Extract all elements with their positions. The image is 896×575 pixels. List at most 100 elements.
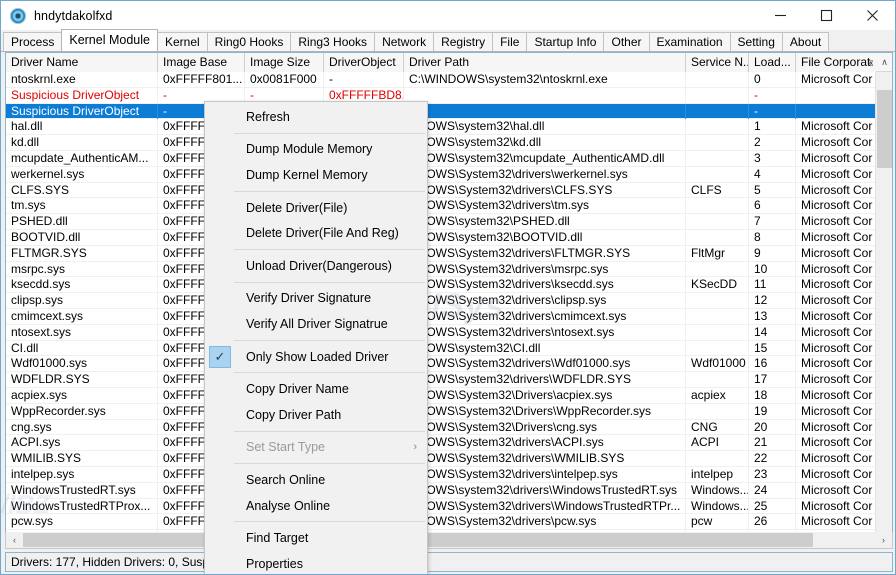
vertical-scrollbar[interactable]: ∧ ∨ — [875, 57, 892, 548]
column-header-size[interactable]: Image Size — [245, 53, 324, 72]
table-row[interactable]: ntoskrnl.exe 0xFFFFF801... 0x0081F000- C:\W… — [6, 72, 892, 88]
menu-item-delete-driver-file-and-reg[interactable]: Delete Driver(File And Reg) — [205, 220, 427, 246]
cell-name: mcupdate_AuthenticAM... — [6, 150, 158, 167]
cell-load: - — [749, 103, 796, 120]
menu-item-dump-kernel-memory[interactable]: Dump Kernel Memory — [205, 162, 427, 188]
table-row[interactable]: PSHED.dll 0xFFFFF80 NDOWS\system32\PSHED.d… — [6, 214, 892, 230]
column-header-corp[interactable]: File Corporat ⱏ — [796, 53, 876, 72]
tab-startup-info[interactable]: Startup Info — [526, 32, 605, 51]
table-row[interactable]: WindowsTrustedRTProx... 0xFFFFF80 NDOWS\Sy… — [6, 498, 892, 515]
table-row[interactable]: kd.dll 0xFFFFF80 NDOWS\system32\kd.dll 2 Mic… — [6, 135, 892, 151]
horizontal-scrollbar[interactable]: ‹ › — [5, 532, 893, 549]
cell-load: 4 — [749, 166, 796, 183]
cell-path: NDOWS\System32\drivers\CLFS.SYS — [404, 182, 686, 199]
column-header-name[interactable]: Driver Name — [6, 53, 158, 72]
menu-item-refresh[interactable]: Refresh — [205, 104, 427, 130]
table-row[interactable]: ksecdd.sys 0xFFFFF80 NDOWS\System32\driver… — [6, 277, 892, 294]
table-row[interactable]: mcupdate_AuthenticAM... 0xFFFFF80 NDOWS\sy… — [6, 150, 892, 167]
vertical-scroll-thumb[interactable] — [877, 90, 892, 168]
table-row[interactable]: intelpep.sys 0xFFFFF80 NDOWS\System32\driv… — [6, 466, 892, 483]
column-header-path[interactable]: Driver Path — [404, 53, 686, 72]
column-header-service[interactable]: Service N... — [686, 53, 749, 72]
cell-load: 23 — [749, 466, 796, 483]
tab-ring3-hooks[interactable]: Ring3 Hooks — [290, 32, 376, 51]
tab-kernel[interactable]: Kernel — [156, 32, 208, 51]
column-header-label: Driver Path — [409, 55, 470, 69]
column-header-base[interactable]: Image Base — [158, 53, 245, 72]
table-row[interactable]: cng.sys 0xFFFFF80 NDOWS\System32\Drivers\c… — [6, 419, 892, 436]
tab-bar: Process Kernel Module Kernel Ring0 Hooks Rin… — [1, 29, 895, 52]
table-row[interactable]: tm.sys 0xFFFFF80 NDOWS\System32\drivers\tm… — [6, 198, 892, 215]
cell-corp: Microsoft Cor — [801, 150, 873, 165]
column-header-label: Driver Name — [11, 55, 79, 69]
column-header-obj[interactable]: DriverObject — [324, 53, 404, 72]
table-row[interactable]: FLTMGR.SYS 0xFFFFF80 NDOWS\System32\driver… — [6, 245, 892, 262]
cell-service — [686, 451, 749, 467]
cell-corp: Microsoft Cor — [801, 387, 873, 402]
table-row[interactable]: Suspicious DriverObject - -0xFFFFFBD8... - — [6, 87, 892, 104]
menu-item-label: Search Online — [246, 472, 326, 487]
table-row[interactable]: WindowsTrustedRT.sys 0xFFFFF80 NDOWS\syste… — [6, 482, 892, 499]
table-row[interactable]: Suspicious DriverObject - - — [6, 103, 892, 120]
scroll-left-arrow[interactable]: ‹ — [6, 532, 23, 547]
cell-load: 7 — [749, 214, 796, 230]
tab-kernel-module[interactable]: Kernel Module — [61, 29, 158, 51]
table-row[interactable]: Wdf01000.sys 0xFFFFF80 NDOWS\System32\driv… — [6, 356, 892, 373]
column-header-label: Load... — [754, 55, 791, 69]
cell-path: C:\WINDOWS\system32\ntoskrnl.exe — [404, 72, 686, 88]
column-header-label: Image Size — [250, 55, 311, 69]
tab-examination[interactable]: Examination — [648, 32, 731, 51]
table-row[interactable]: CLFS.SYS 0xFFFFF80 NDOWS\System32\drivers\… — [6, 182, 892, 199]
menu-item-properties[interactable]: Properties — [205, 551, 427, 574]
tab-process[interactable]: Process — [3, 32, 63, 51]
menu-item-unload-driver-dangerous[interactable]: Unload Driver(Dangerous) — [205, 253, 427, 279]
tab-ring0-hooks[interactable]: Ring0 Hooks — [206, 32, 292, 51]
cell-load: 6 — [749, 198, 796, 215]
cell-service — [686, 87, 749, 104]
menu-item-verify-all-driver-signatrue[interactable]: Verify All Driver Signatrue — [205, 311, 427, 337]
maximize-button[interactable] — [803, 1, 849, 30]
scroll-up-arrow[interactable]: ∧ — [876, 54, 892, 71]
tab-network[interactable]: Network — [374, 32, 435, 51]
cell-name: WindowsTrustedRTProx... — [6, 498, 158, 515]
table-row[interactable]: WMILIB.SYS 0xFFFFF80 NDOWS\System32\driver… — [6, 451, 892, 467]
table-row[interactable]: clipsp.sys 0xFFFFF80 NDOWS\System32\driver… — [6, 293, 892, 309]
table-row[interactable]: ntosext.sys 0xFFFFF80 NDOWS\System32\drive… — [6, 324, 892, 341]
tab-registry[interactable]: Registry — [433, 32, 494, 51]
tab-file[interactable]: File — [492, 32, 528, 51]
menu-item-only-show-loaded-driver[interactable]: ✓ Only Show Loaded Driver — [205, 344, 427, 370]
cell-path: NDOWS\System32\drivers\cmimcext.sys — [404, 308, 686, 325]
table-row[interactable]: acpiex.sys 0xFFFFF80 NDOWS\System32\Driver… — [6, 387, 892, 404]
tab-other[interactable]: Other — [603, 32, 650, 51]
table-row[interactable]: pcw.sys 0xFFFFF80 NDOWS\System32\drivers\p… — [6, 514, 892, 531]
menu-item-analyse-online[interactable]: Analyse Online — [205, 493, 427, 519]
table-row[interactable]: WppRecorder.sys 0xFFFFF80 NDOWS\System32\D… — [6, 403, 892, 420]
cell-service — [686, 261, 749, 278]
window-title: hndytdakolfxd — [34, 8, 113, 23]
minimize-button[interactable] — [757, 1, 803, 30]
menu-item-delete-driver-file[interactable]: Delete Driver(File) — [205, 195, 427, 221]
tab-about[interactable]: About — [781, 32, 830, 51]
table-row[interactable]: msrpc.sys 0xFFFFF80 NDOWS\System32\drivers… — [6, 261, 892, 278]
table-row[interactable]: WDFLDR.SYS 0xFFFFF80 NDOWS\system32\driver… — [6, 372, 892, 388]
column-header-load[interactable]: Load... — [749, 53, 796, 72]
menu-item-verify-driver-signature[interactable]: Verify Driver Signature — [205, 286, 427, 312]
close-button[interactable] — [849, 1, 895, 30]
cell-path — [404, 87, 686, 104]
table-row[interactable]: cmimcext.sys 0xFFFFF80 NDOWS\System32\driv… — [6, 308, 892, 325]
menu-item-find-target[interactable]: Find Target — [205, 525, 427, 551]
cell-corp — [796, 104, 876, 120]
tab-setting[interactable]: Setting — [729, 32, 783, 51]
table-row[interactable]: BOOTVID.dll 0xFFFFF80 NDOWS\system32\BOOTV… — [6, 229, 892, 246]
table-row[interactable]: CI.dll 0xFFFFF80 NDOWS\system32\CI.dll 15 Mi… — [6, 340, 892, 357]
table-row[interactable]: werkernel.sys 0xFFFFF80 NDOWS\System32\dri… — [6, 166, 892, 183]
menu-item-dump-module-memory[interactable]: Dump Module Memory — [205, 137, 427, 163]
menu-item-search-online[interactable]: Search Online — [205, 467, 427, 493]
menu-item-copy-driver-path[interactable]: Copy Driver Path — [205, 402, 427, 428]
menu-item-copy-driver-name[interactable]: Copy Driver Name — [205, 376, 427, 402]
menu-separator — [234, 339, 425, 341]
scroll-right-arrow[interactable]: › — [875, 532, 892, 547]
table-row[interactable]: hal.dll 0xFFFFF80 NDOWS\system32\hal.dll 1 M… — [6, 119, 892, 136]
menu-item-label: Delete Driver(File) — [246, 200, 348, 215]
table-row[interactable]: ACPI.sys 0xFFFFF80 NDOWS\System32\drivers\… — [6, 435, 892, 452]
